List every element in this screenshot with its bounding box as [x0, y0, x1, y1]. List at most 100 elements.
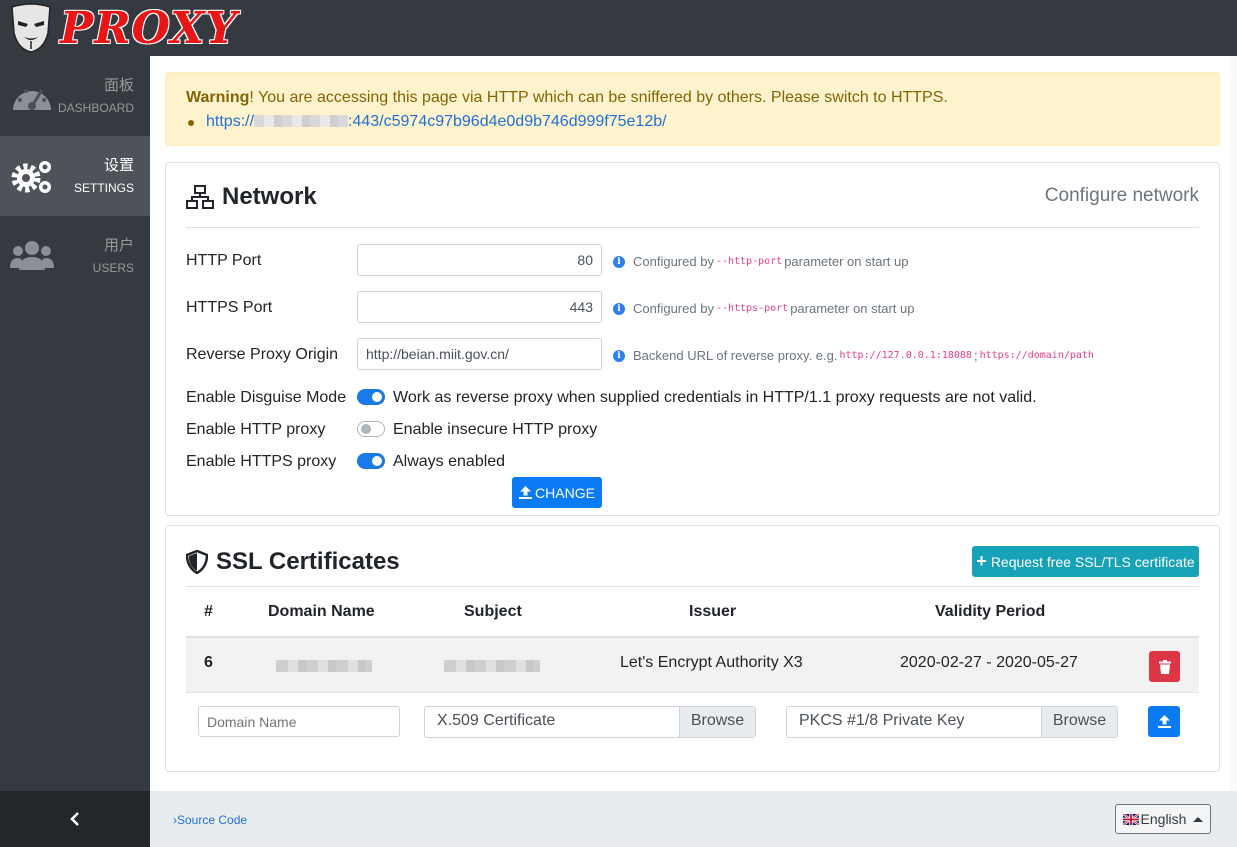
chevron-left-icon[interactable]	[68, 811, 82, 827]
column-header-issuer: Issuer	[689, 603, 737, 620]
cell-issuer: Let's Encrypt Authority X3	[620, 654, 803, 671]
reverse-proxy-origin-label: Reverse Proxy Origin	[186, 346, 339, 363]
column-header-num: #	[204, 603, 213, 620]
https-proxy-text: Always enabled	[393, 453, 506, 470]
alert-text: ! You are accessing this page via HTTP w…	[249, 89, 948, 106]
sidebar-item-label-en: SETTINGS	[73, 181, 134, 195]
info-icon: i	[613, 302, 625, 315]
column-header-validity: Validity Period	[935, 603, 1046, 620]
http-proxy-toggle[interactable]	[357, 421, 385, 437]
network-sitemap-icon	[186, 185, 214, 209]
https-port-input[interactable]: 443	[357, 291, 602, 323]
table-row: 6 Let's Encrypt Authority X3 2020-02-27 …	[186, 636, 1199, 693]
gears-icon	[11, 161, 51, 193]
ssl-heading: SSL Certificates	[186, 548, 400, 576]
http-proxy-label: Enable HTTP proxy	[186, 421, 326, 438]
column-header-subject: Subject	[464, 603, 522, 620]
delete-certificate-button[interactable]	[1149, 651, 1180, 682]
help-code: http://127.0.0.1:18088	[839, 350, 972, 361]
disguise-mode-label: Enable Disguise Mode	[186, 389, 347, 406]
language-label: English	[1140, 811, 1187, 827]
help-text: parameter on start up	[784, 254, 909, 269]
sidebar-item-label-en: USERS	[92, 261, 134, 275]
help-code: --http-port	[715, 256, 783, 267]
disguise-mode-toggle[interactable]	[357, 389, 385, 405]
shield-icon	[186, 550, 208, 574]
certificate-browse-button[interactable]: Browse	[679, 707, 755, 737]
info-icon: i	[613, 255, 625, 268]
https-link-prefix: https://	[206, 113, 255, 130]
certificate-file-input[interactable]: X.509 Certificate Browse	[424, 706, 756, 738]
source-code-link[interactable]: ›Source Code	[173, 813, 247, 827]
divider	[186, 227, 1199, 228]
sidebar-collapse-bar[interactable]	[0, 791, 150, 847]
reverse-proxy-origin-input[interactable]: http://beian.miit.gov.cn/	[357, 338, 602, 370]
disguise-mode-text: Work as reverse proxy when supplied cred…	[393, 389, 1037, 406]
https-warning-alert: Warning! You are accessing this page via…	[165, 72, 1220, 146]
ssl-card: SSL Certificates + Request free SSL/TLS …	[165, 525, 1220, 772]
sidebar-item-settings[interactable]: 设置 SETTINGS	[0, 136, 150, 216]
https-port-help: i Configured by --https-port parameter o…	[613, 301, 915, 316]
https-port-label: HTTPS Port	[186, 299, 273, 316]
help-separator: ;	[973, 348, 978, 363]
http-proxy-text: Enable insecure HTTP proxy	[393, 421, 598, 438]
change-button[interactable]: CHANGE	[512, 477, 602, 508]
private-key-browse-button[interactable]: Browse	[1041, 707, 1117, 737]
https-link[interactable]: https:// :443/c5974c97b96d4e0d9b746d999f7…	[206, 113, 667, 131]
caret-up-icon	[1193, 816, 1204, 822]
network-subtitle: Configure network	[1044, 185, 1199, 206]
network-title: Network	[222, 183, 317, 210]
sidebar-item-users[interactable]: 用户 USERS	[0, 216, 150, 296]
dashboard-gauge-icon	[13, 89, 51, 110]
plus-icon: +	[976, 551, 987, 571]
upload-icon	[519, 486, 533, 499]
request-certificate-label: Request free SSL/TLS certificate	[990, 553, 1195, 570]
http-port-help: i Configured by --http-port parameter on…	[613, 254, 908, 269]
ssl-title: SSL Certificates	[216, 548, 400, 575]
toggle-knob	[372, 456, 382, 466]
request-certificate-button[interactable]: + Request free SSL/TLS certificate	[972, 546, 1199, 577]
toggle-knob	[372, 392, 382, 402]
https-proxy-toggle[interactable]	[357, 453, 385, 469]
top-bar: PROXY	[0, 0, 1237, 56]
info-icon: i	[613, 349, 625, 362]
mask-logo-icon	[11, 3, 51, 53]
source-code-label: Source Code	[177, 813, 248, 827]
certificate-upload-row: X.509 Certificate Browse PKCS #1/8 Priva…	[166, 706, 1219, 738]
https-link-suffix: :443/c5974c97b96d4e0d9b746d999f75e12b/	[348, 113, 667, 130]
network-card: Network Configure network HTTP Port 80 i…	[165, 162, 1220, 516]
sidebar: 面板 DASHBOARD 设置 SETTINGS 用户 USERS	[0, 56, 150, 847]
footer: ›Source Code English	[150, 791, 1237, 847]
cell-validity: 2020-02-27 - 2020-05-27	[900, 654, 1078, 671]
upload-certificate-button[interactable]	[1148, 706, 1180, 737]
language-dropdown[interactable]: English	[1115, 804, 1211, 834]
http-port-input[interactable]: 80	[357, 244, 602, 276]
divider	[186, 586, 1199, 587]
list-bullet	[188, 120, 194, 126]
domain-name-input[interactable]	[198, 706, 400, 737]
certificate-file-label: X.509 Certificate	[437, 712, 556, 729]
sidebar-item-label-zh: 设置	[103, 157, 134, 174]
private-key-file-input[interactable]: PKCS #1/8 Private Key Browse	[786, 706, 1118, 738]
help-text: Configured by	[633, 254, 714, 269]
http-port-label: HTTP Port	[186, 252, 262, 269]
users-icon	[10, 241, 54, 270]
upload-icon	[1157, 715, 1171, 728]
https-proxy-label: Enable HTTPS proxy	[186, 453, 337, 470]
cell-num: 6	[204, 654, 213, 671]
uk-flag-icon	[1122, 813, 1139, 825]
scrollbar[interactable]	[1229, 56, 1237, 791]
help-code: --https-port	[715, 303, 789, 314]
trash-icon	[1158, 659, 1171, 674]
redacted-domain	[276, 660, 372, 672]
alert-message: Warning! You are accessing this page via…	[186, 89, 948, 107]
alert-strong: Warning	[186, 89, 250, 106]
toggle-knob	[361, 424, 371, 434]
redacted-subject	[444, 660, 540, 672]
network-heading: Network	[186, 183, 317, 211]
sidebar-item-dashboard[interactable]: 面板 DASHBOARD	[0, 56, 150, 136]
brand-logo[interactable]: PROXY	[8, 2, 238, 54]
brand-logo-text: PROXY	[60, 2, 238, 54]
help-code: https://domain/path	[979, 350, 1094, 361]
sidebar-item-label-zh: 用户	[103, 237, 134, 254]
